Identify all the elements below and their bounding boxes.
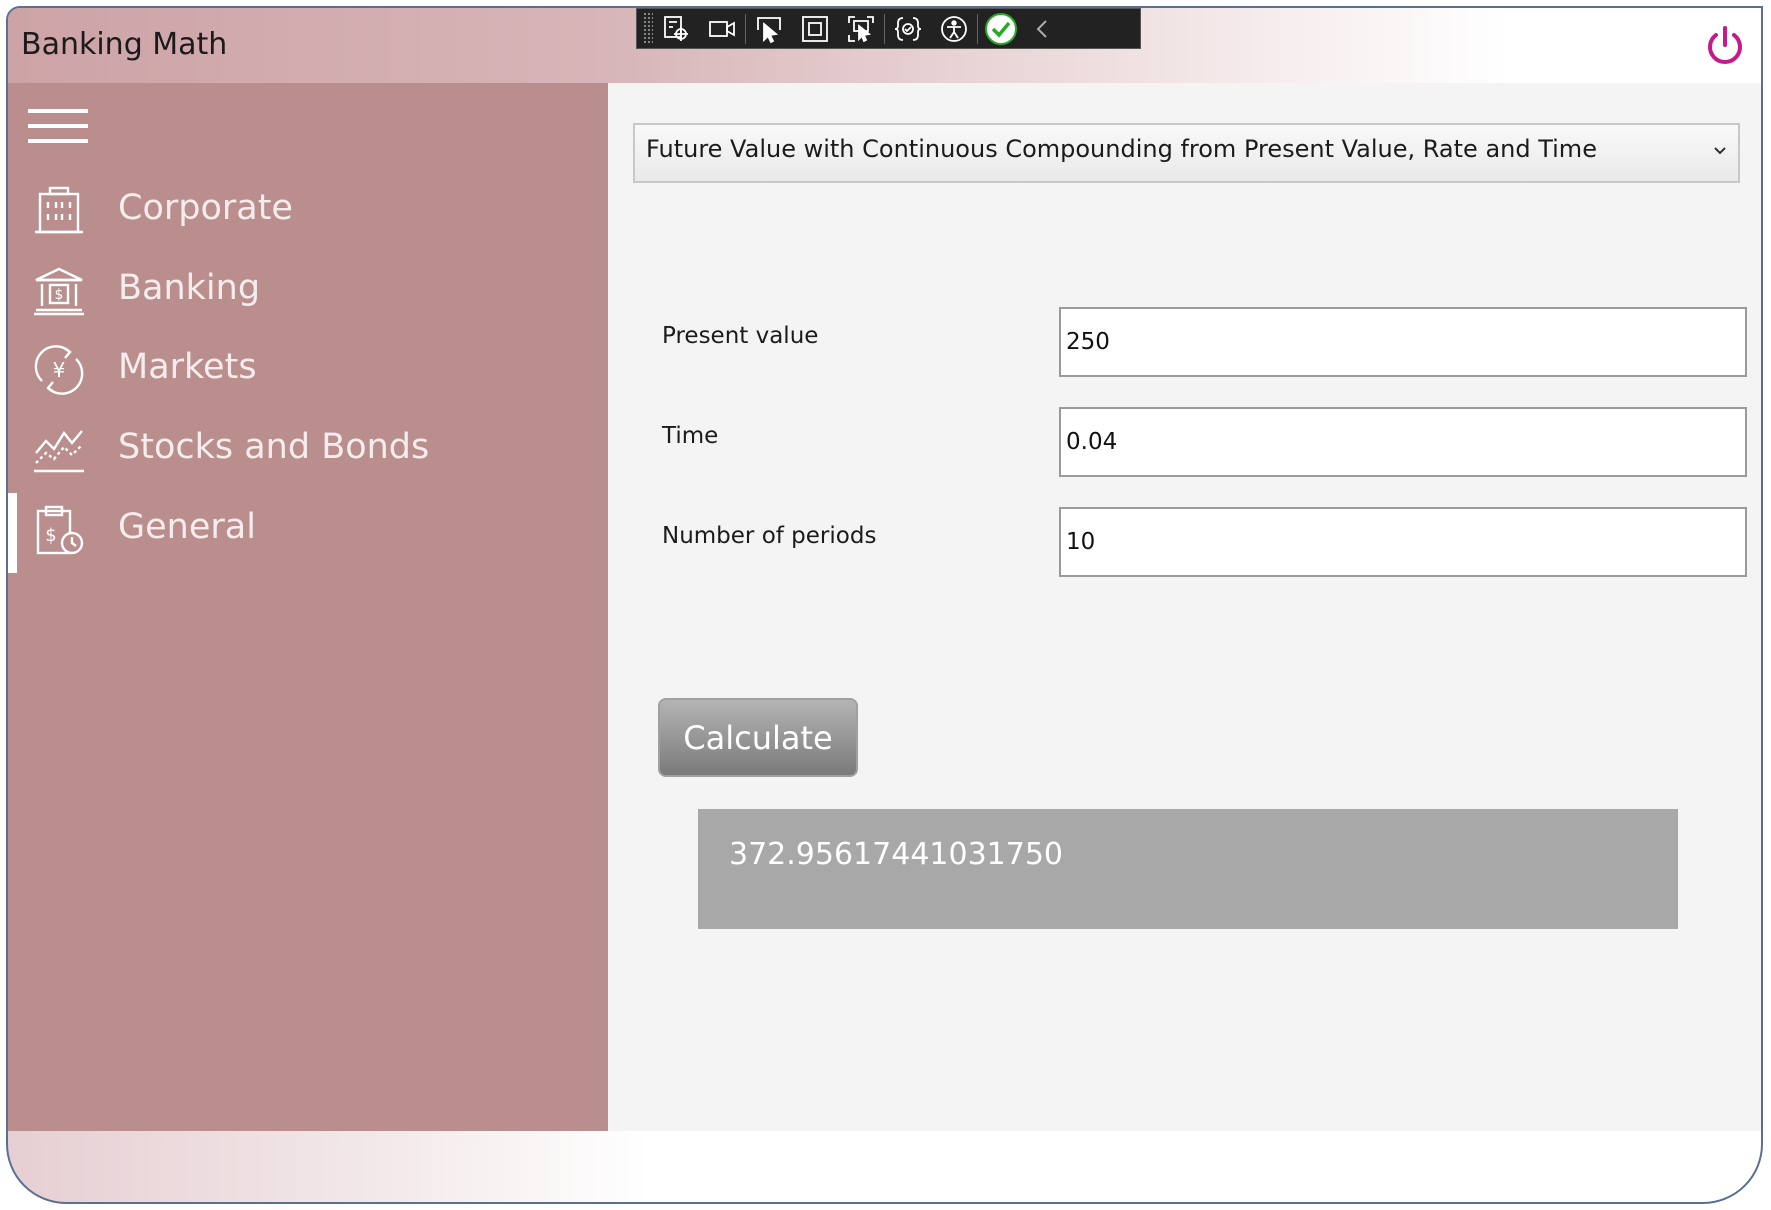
display-layout-adorners-icon[interactable] xyxy=(792,10,838,48)
number-of-periods-input[interactable] xyxy=(1059,507,1747,577)
formula-select[interactable]: Future Value with Continuous Compounding… xyxy=(633,123,1740,183)
clipboard-money-icon: $ xyxy=(32,503,86,557)
sidebar-item-corporate[interactable]: Corporate xyxy=(8,174,608,250)
live-visual-tree-icon[interactable] xyxy=(653,10,699,48)
stock-chart-icon xyxy=(32,423,86,477)
sidebar-item-label: Corporate xyxy=(118,188,293,228)
result-panel: 372.95617441031750 xyxy=(698,809,1678,929)
calculate-button[interactable]: Calculate xyxy=(658,698,858,777)
sidebar-item-banking[interactable]: $ Banking xyxy=(8,254,608,330)
power-icon[interactable] xyxy=(1703,24,1747,68)
sidebar-item-label: General xyxy=(118,507,256,547)
building-icon xyxy=(32,184,86,238)
check-ok-icon[interactable] xyxy=(978,10,1024,48)
sidebar-item-label: Banking xyxy=(118,268,261,308)
currency-exchange-icon: ¥ xyxy=(32,343,86,397)
main-content: Future Value with Continuous Compounding… xyxy=(608,83,1761,1131)
svg-text:$: $ xyxy=(55,287,64,303)
result-value: 372.95617441031750 xyxy=(729,837,1064,872)
present-value-label: Present value xyxy=(662,323,819,349)
hamburger-menu-icon[interactable] xyxy=(28,109,88,149)
sidebar-item-stocks-and-bonds[interactable]: Stocks and Bonds xyxy=(8,413,608,489)
app-title: Banking Math xyxy=(21,27,228,62)
collapse-chevron-icon[interactable] xyxy=(1024,10,1060,48)
app-window: Banking Math Corporate $ Banking ¥ Marke… xyxy=(6,6,1763,1204)
bank-icon: $ xyxy=(32,264,86,318)
title-bar: Banking Math xyxy=(8,8,1761,83)
sidebar-item-markets[interactable]: ¥ Markets xyxy=(8,333,608,409)
debug-toolbar xyxy=(636,8,1141,49)
track-focus-icon[interactable] xyxy=(838,10,884,48)
chevron-down-icon xyxy=(1712,141,1728,161)
number-of-periods-label: Number of periods xyxy=(662,523,877,549)
binding-failures-icon[interactable] xyxy=(885,10,931,48)
sidebar-item-general[interactable]: $ General xyxy=(8,493,608,573)
select-element-icon[interactable] xyxy=(746,10,792,48)
sidebar-item-label: Markets xyxy=(118,347,257,387)
svg-text:$: $ xyxy=(45,525,56,546)
formula-select-value: Future Value with Continuous Compounding… xyxy=(646,135,1597,163)
present-value-input[interactable] xyxy=(1059,307,1747,377)
toolbar-grip[interactable] xyxy=(643,12,653,45)
accessibility-icon[interactable] xyxy=(931,10,977,48)
svg-text:¥: ¥ xyxy=(53,358,66,382)
time-input[interactable] xyxy=(1059,407,1747,477)
sidebar: Corporate $ Banking ¥ Markets Stocks and… xyxy=(8,83,608,1131)
video-camera-icon[interactable] xyxy=(699,10,745,48)
time-label: Time xyxy=(662,423,719,449)
sidebar-item-label: Stocks and Bonds xyxy=(118,427,430,467)
